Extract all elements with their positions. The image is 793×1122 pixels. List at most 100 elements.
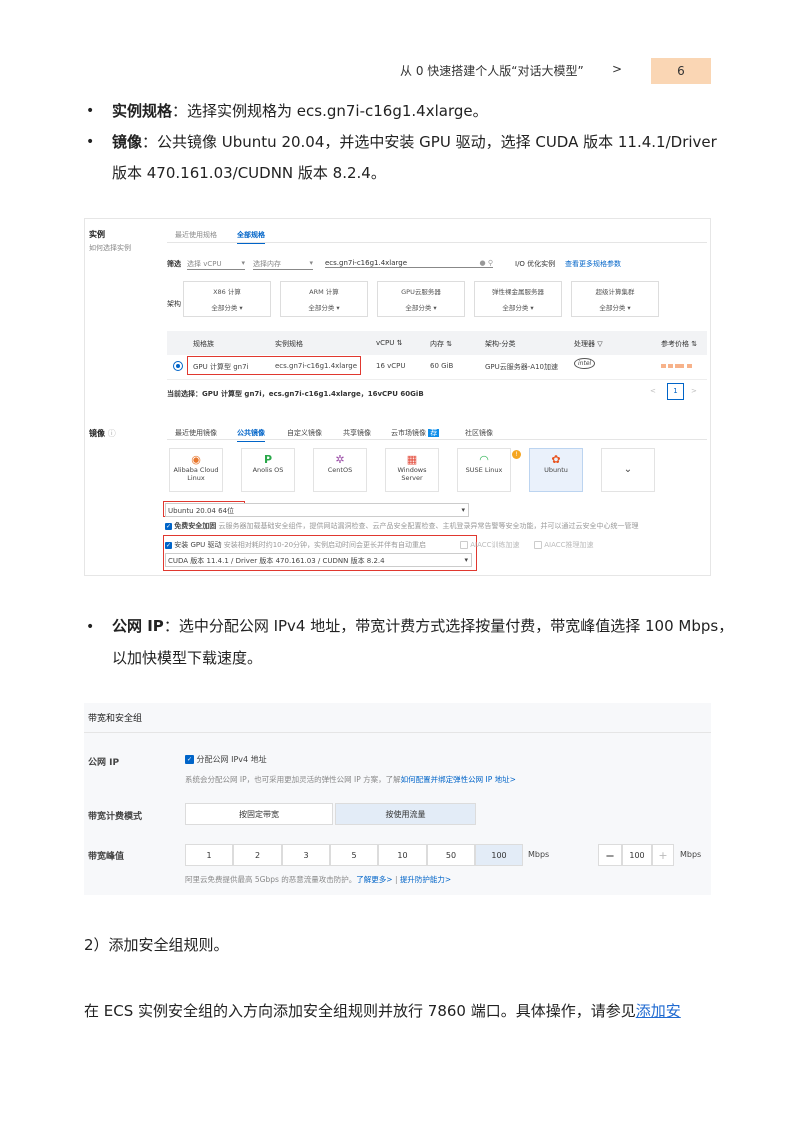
chevron-down-icon: ▾ — [241, 259, 245, 267]
image-label-text: 镜像 — [89, 429, 105, 438]
image-card-windows[interactable]: ▦ Windows Server — [385, 448, 439, 492]
bullet-bold: 公网 IP — [112, 617, 164, 635]
ubuntu-icon: ✿ — [551, 453, 561, 466]
checkbox-checked[interactable]: ✓ — [165, 541, 172, 549]
arch-dropdown[interactable]: 全部分类 ▾ — [572, 302, 658, 312]
th-price[interactable]: 参考价格 ⇅ — [661, 339, 697, 349]
tab-shared-image[interactable]: 共享镜像 — [343, 428, 371, 438]
peak-option-2[interactable]: 2 — [233, 844, 282, 866]
tab-market-image[interactable]: 云市场镜像 荐 — [391, 428, 440, 438]
peak-unit: Mbps — [528, 850, 550, 859]
th-cpu[interactable]: 处理器 ▽ — [574, 339, 603, 349]
alibaba-cloud-icon: ◉ — [191, 453, 201, 466]
aiacc-train-label: AIACC训练加速 — [470, 541, 520, 549]
peak-option-5[interactable]: 5 — [330, 844, 378, 866]
image-card-alibaba[interactable]: ◉ Alibaba Cloud Linux — [169, 448, 223, 492]
checkbox-unchecked[interactable] — [460, 541, 468, 549]
image-card-centos[interactable]: ✲ CentOS — [313, 448, 367, 492]
image-card-label: Windows Server — [397, 466, 427, 482]
arch-dropdown[interactable]: 全部分类 ▾ — [281, 302, 367, 312]
checkbox-checked[interactable]: ✓ — [185, 755, 194, 764]
peak-option-1[interactable]: 1 — [185, 844, 233, 866]
final-text: 在 ECS 实例安全组的入方向添加安全组规则并放行 7860 端口。具体操作，请… — [84, 1002, 636, 1020]
arch-dropdown[interactable]: 全部分类 ▾ — [184, 302, 270, 312]
tab-custom-image[interactable]: 自定义镜像 — [287, 428, 322, 438]
assign-ipv4-checkbox[interactable]: ✓ 分配公网 IPv4 地址 — [185, 754, 267, 765]
ddos-desc-text: 阿里云免费提供最高 5Gbps 的恶意流量攻击防护。 — [185, 875, 357, 884]
pager-prev[interactable]: < — [650, 387, 656, 395]
billing-label: 带宽计费模式 — [88, 812, 143, 822]
help-icon: ⓘ — [107, 429, 116, 438]
peak-option-50[interactable]: 50 — [427, 844, 475, 866]
th-memory[interactable]: 内存 ⇅ — [430, 339, 452, 349]
image-card-label: Alibaba Cloud Linux — [173, 466, 219, 482]
stepper-value-input[interactable]: 100 — [622, 844, 652, 866]
arch-bare-metal[interactable]: 弹性裸金属服务器 全部分类 ▾ — [474, 281, 562, 317]
arch-title: GPU云服务器 — [401, 288, 441, 296]
billing-fixed-button[interactable]: 按固定带宽 — [185, 803, 333, 825]
filter-search-input[interactable]: ecs.gn7i-c16g1.4xlarge ● ⚲ — [325, 259, 493, 268]
arch-dropdown-label: 全部分类 — [599, 304, 626, 312]
tab-recent-spec[interactable]: 最近使用规格 — [175, 230, 217, 240]
arch-dropdown[interactable]: 全部分类 ▾ — [475, 302, 561, 312]
image-card-suse[interactable]: ◠ SUSE Linux — [457, 448, 511, 492]
image-card-ubuntu[interactable]: ✿ Ubuntu — [529, 448, 583, 492]
free-security-row[interactable]: ✓ 免费安全加固 云服务器加载基础安全组件，提供网站漏洞检查、云产品安全配置检查… — [165, 521, 638, 531]
arch-super-computing[interactable]: 超级计算集群 全部分类 ▾ — [571, 281, 659, 317]
stepper-minus-button[interactable]: — — [598, 844, 622, 866]
row-radio[interactable] — [173, 361, 183, 371]
free-security-desc: 云服务器加载基础安全组件，提供网站漏洞检查、云产品安全配置检查、主机登录异常告警… — [218, 522, 639, 530]
tab-recent-image[interactable]: 最近使用镜像 — [175, 428, 217, 438]
image-more-button[interactable]: ⌄ — [601, 448, 655, 492]
row-family: GPU 计算型 gn7i — [193, 363, 249, 371]
filter-label: 筛选 — [167, 260, 181, 268]
filter-vcpu-value: 选择 vCPU — [187, 260, 222, 268]
bullet-dot: • — [86, 134, 95, 150]
tab-divider — [167, 439, 707, 440]
arch-arm[interactable]: ARM 计算 全部分类 ▾ — [280, 281, 368, 317]
row-memory: 60 GiB — [430, 362, 454, 370]
stepper-unit: Mbps — [680, 850, 702, 859]
filter-mem-select[interactable]: 选择内存 ▾ — [253, 259, 313, 270]
image-card-label: Anolis OS — [252, 466, 284, 474]
cuda-version-select[interactable]: CUDA 版本 11.4.1 / Driver 版本 470.161.03 / … — [165, 553, 472, 567]
stepper-plus-button[interactable]: + — [652, 844, 674, 866]
current-selection: 当前选择：GPU 计算型 gn7i，ecs.gn7i-c16g1.4xlarge… — [167, 390, 424, 398]
pager-current[interactable]: 1 — [667, 383, 684, 400]
instance-help-link[interactable]: 如何选择实例 — [89, 243, 131, 253]
filter-search-value: ecs.gn7i-c16g1.4xlarge — [325, 259, 408, 267]
checkbox-checked[interactable]: ✓ — [165, 522, 172, 530]
arch-dropdown-label: 全部分类 — [405, 304, 432, 312]
radio-dot — [176, 364, 180, 368]
image-label: 镜像 ⓘ — [89, 428, 116, 439]
learn-more-link[interactable]: 了解更多> — [356, 875, 392, 884]
more-params-link[interactable]: 查看更多规格参数 — [565, 259, 621, 269]
bullet-bold: 镜像 — [112, 133, 143, 151]
filter-vcpu-select[interactable]: 选择 vCPU ▾ — [187, 259, 245, 270]
arch-x86[interactable]: X86 计算 全部分类 ▾ — [183, 281, 271, 317]
billing-traffic-button[interactable]: 按使用流量 — [335, 803, 476, 825]
bullet-image: 镜像：公共镜像 Ubuntu 20.04，并选中安装 GPU 驱动，选择 CUD… — [112, 127, 717, 157]
th-vcpu[interactable]: vCPU ⇅ — [376, 339, 402, 347]
ubuntu-version-select[interactable]: Ubuntu 20.04 64位 ▾ — [165, 503, 469, 517]
step2-title: 2）添加安全组规则。 — [84, 936, 229, 954]
gpu-driver-row[interactable]: ✓ 安装 GPU 驱动 安装相对耗时约10-20分钟，实例启动时间会更长并伴有自… — [165, 540, 426, 550]
image-card-anolis[interactable]: P Anolis OS — [241, 448, 295, 492]
chevron-down-icon: ▾ — [309, 259, 313, 267]
arch-gpu[interactable]: GPU云服务器全部分类 ▾ — [377, 281, 465, 317]
arch-dropdown[interactable]: 全部分类 ▾ — [378, 302, 464, 312]
peak-option-100[interactable]: 100 — [475, 844, 523, 866]
add-security-group-link[interactable]: 添加安 — [636, 1002, 681, 1020]
arch-dropdown-label: 全部分类 — [211, 304, 238, 312]
improve-protection-link[interactable]: 提升防护能力> — [400, 875, 451, 884]
filter-mem-value: 选择内存 — [253, 260, 281, 268]
pager-next[interactable]: > — [691, 387, 697, 395]
peak-option-3[interactable]: 3 — [282, 844, 330, 866]
checkbox-unchecked[interactable] — [534, 541, 542, 549]
aiacc-train-option[interactable]: AIACC训练加速 — [460, 540, 520, 550]
ip-config-link[interactable]: 如何配置并绑定弹性公网 IP 地址> — [401, 775, 516, 784]
th-arch: 架构-分类 — [485, 340, 516, 348]
peak-option-10[interactable]: 10 — [378, 844, 427, 866]
tab-community-image[interactable]: 社区镜像 — [465, 428, 493, 438]
aiacc-infer-option[interactable]: AIACC推理加速 — [534, 540, 594, 550]
